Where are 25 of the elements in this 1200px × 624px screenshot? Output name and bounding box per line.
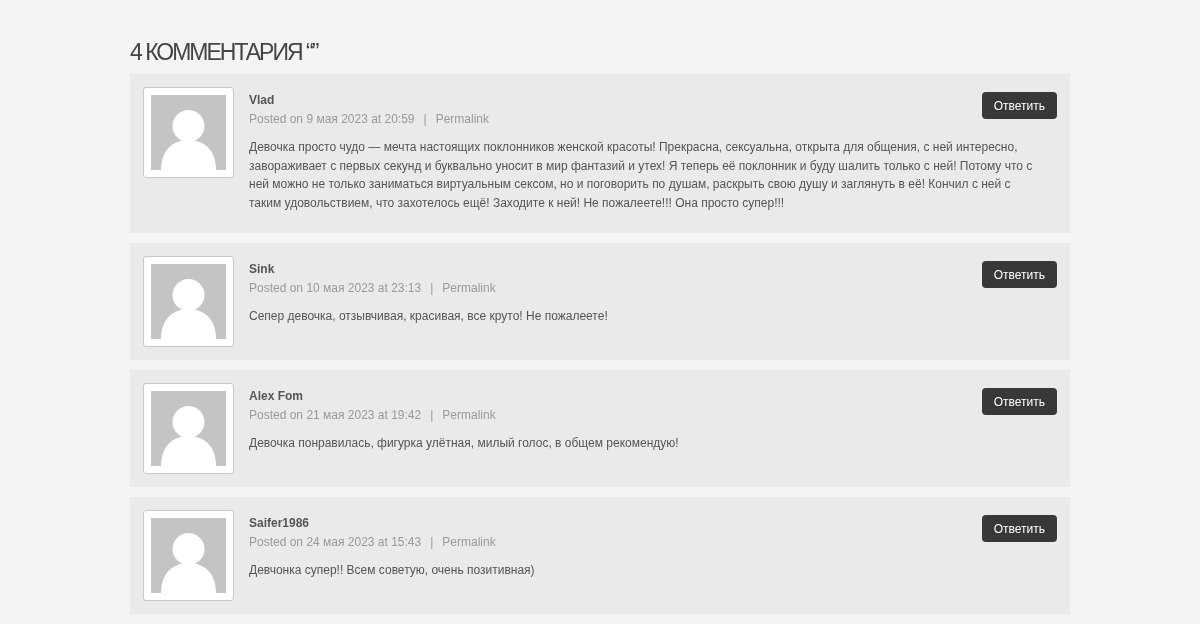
avatar-icon [143,510,234,601]
comments-heading: 4 КОММЕНТАРИЯ “” [130,38,318,66]
separator: | [430,407,434,424]
post-date: Posted on 9 мая 2023 at 20:59 [249,111,415,128]
separator: | [430,534,434,551]
author-name: Vlad [249,92,275,108]
post-date: Posted on 10 мая 2023 at 23:13 [249,280,422,297]
avatar-icon [143,383,234,474]
author-name: Sink [249,261,275,277]
post-date: Posted on 24 мая 2023 at 15:43 [249,534,422,551]
separator: | [430,280,434,297]
avatar-icon [143,256,234,347]
author-name: Alex Fom [249,388,303,404]
reply-button[interactable]: Ответить [981,388,1057,415]
comment-text: Девчонка супер!! Всем советую, очень позитивная) [249,562,536,579]
reply-button[interactable]: Ответить [981,515,1057,542]
comment-text: Девочка просто чудо — мечта настоящих поклонников женской красоты! Прекрасна, сексуальна, открыта для общения, с ней интересно, завораживает с первых секунд и буквально уносит в мир фантазий и утех! Я теперь её поклонник и буду шалить только с ней! Потому что с ней можно не только заниматься виртуальным сексом, но и поговорить по душам, раскрыть свою душу и заглянуть в её! Кончил с ней с таким удовольствием, что захотелось ещё! Заходите к ней! Не пожалеете!!! Она просто супер!!! [249,139,1034,212]
post-date: Posted on 21 мая 2023 at 19:42 [249,407,422,424]
comment-text: Сепер девочка, отзывчивая, красивая, все круто! Не пожалеете! [249,308,609,325]
comment-text: Девочка понравилась, фигурка улётная, милый голос, в общем рекомендую! [249,435,680,452]
reply-button[interactable]: Ответить [981,261,1057,288]
separator: | [423,111,427,128]
reply-button[interactable]: Ответить [981,92,1057,119]
avatar-icon [143,87,234,178]
author-name: Saifer1986 [249,515,310,531]
